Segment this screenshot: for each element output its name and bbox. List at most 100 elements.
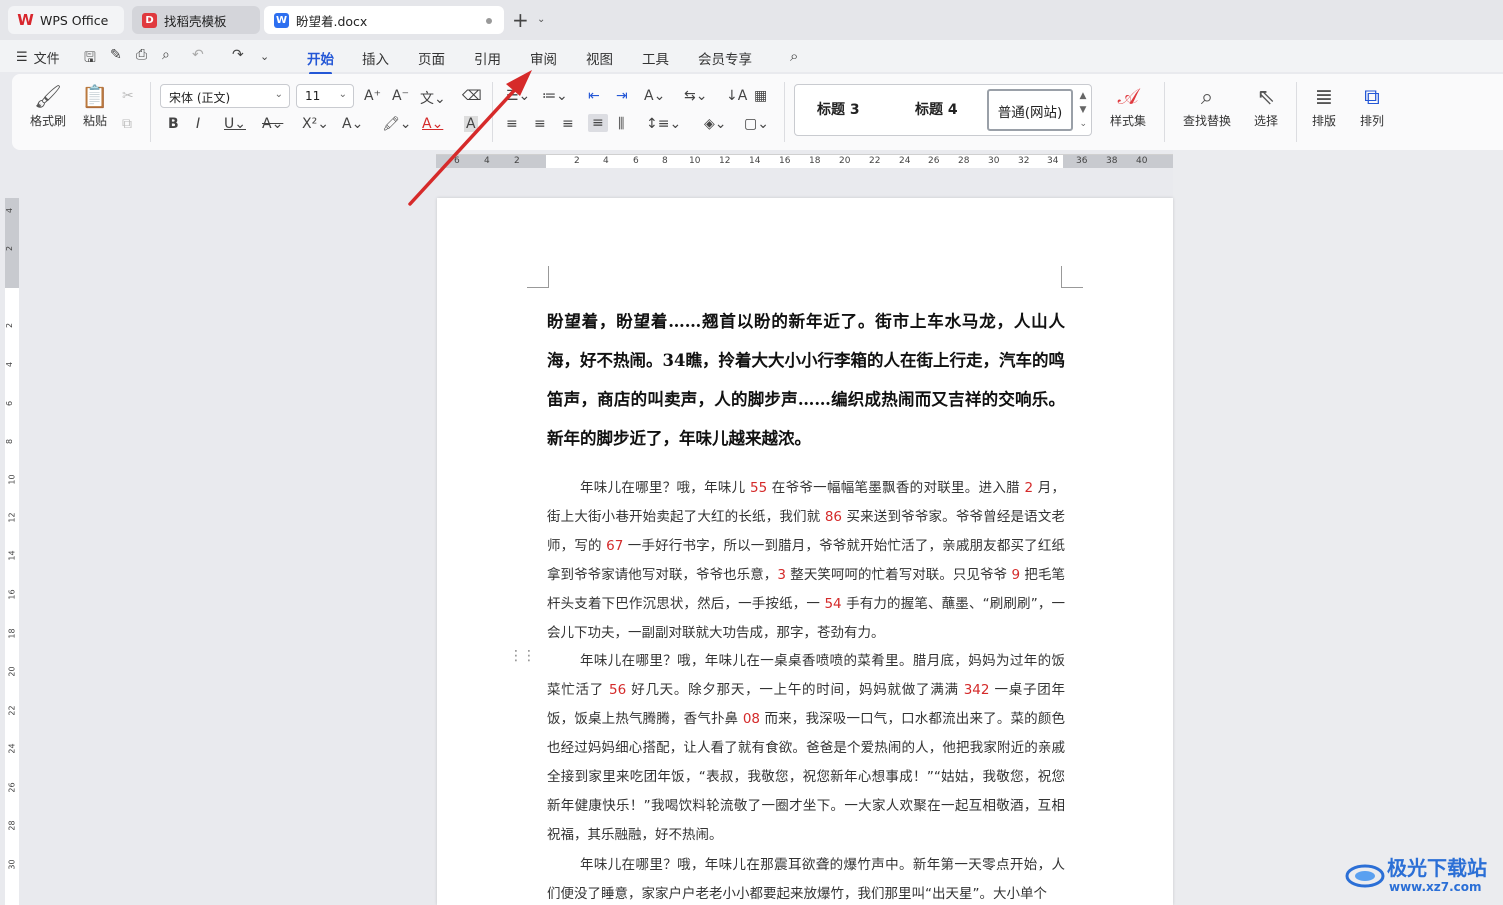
style-set-label: 样式集 (1109, 114, 1146, 128)
find-replace-button[interactable]: ⌕ 查找替换 (1176, 84, 1238, 129)
tab-view[interactable]: 视图 (586, 48, 613, 68)
tab-document[interactable]: W 盼望着.docx (264, 6, 504, 34)
body-paragraph-3[interactable]: 年味儿在哪里？哦，年味儿在那震耳欲聋的爆竹声中。新年第一天零点开始，人们便没了睡… (547, 851, 1065, 905)
styles-gallery: 标题 3 标题 4 普通(网站) ▲ ▼ ⌄ (794, 84, 1092, 136)
tab-references[interactable]: 引用 (474, 48, 501, 68)
phonetic-guide-icon[interactable]: 文⌄ (420, 88, 446, 108)
char-shading-icon[interactable]: A (464, 116, 478, 132)
align-center-icon[interactable]: ≡ (534, 116, 546, 132)
tab-home[interactable]: 开始 (307, 48, 334, 75)
line-spacing-icon[interactable]: ↕≡⌄ (646, 116, 681, 132)
clear-format-icon[interactable]: ⌫ (462, 88, 482, 104)
horizontal-ruler[interactable]: 6 4 2 2 4 6 8 10 12 14 16 18 20 22 24 26… (436, 154, 1173, 168)
copy-icon[interactable]: ⧉ (122, 116, 132, 132)
hamburger-icon: ☰ (16, 50, 28, 65)
text-run: 而来，我深吸一口气，口水都流出来了。菜的颜色也经过妈妈细心搭配，让人看了就有食欲… (547, 711, 1065, 843)
inline-number: 9 (1011, 567, 1021, 583)
style-normal-web[interactable]: 普通(网站) (987, 89, 1073, 131)
paragraph-drag-handle-icon[interactable]: ⋮⋮ (509, 649, 536, 663)
superscript-icon[interactable]: X²⌄ (302, 116, 329, 132)
font-size-select[interactable]: 11 ⌄ (296, 84, 354, 108)
search-icon[interactable]: ⌕ (790, 47, 798, 65)
increase-font-icon[interactable]: A⁺ (364, 88, 381, 104)
ruler-number: 18 (7, 628, 17, 639)
file-menu-button[interactable]: ☰ 文件 (16, 48, 60, 67)
style-set-button[interactable]: 𝒜 样式集 (1102, 84, 1154, 129)
cut-icon[interactable]: ✂ (122, 88, 134, 104)
highlight-icon[interactable]: 🖍⌄ (382, 116, 412, 132)
print-icon[interactable]: ⎙ (136, 47, 147, 63)
body-paragraph-1[interactable]: 年味儿在哪里？哦，年味儿 55 在爷爷一幅幅笔墨飘香的对联里。进入腊 2 月，街… (547, 474, 1065, 648)
undo-icon[interactable]: ↶ (192, 47, 204, 63)
ruler-number: 16 (7, 589, 17, 600)
document-heading-paragraph[interactable]: 盼望着，盼望着……翘首以盼的新年近了。街市上车水马龙，人山人海，好不热闹。34瞧… (547, 302, 1065, 458)
distributed-icon[interactable]: ⫼ (618, 116, 624, 132)
tab-member[interactable]: 会员专享 (698, 48, 752, 68)
body-paragraph-2[interactable]: 年味儿在哪里？哦，年味儿在一桌桌香喷喷的菜肴里。腊月底，妈妈为过年的饭菜忙活了 … (547, 647, 1065, 850)
tab-review[interactable]: 审阅 (530, 48, 557, 68)
bold-icon[interactable]: B (168, 116, 179, 132)
select-label: 选择 (1253, 114, 1278, 128)
ruler-number: 8 (662, 156, 668, 166)
decrease-indent-icon[interactable]: ⇤ (588, 88, 600, 104)
tab-page[interactable]: 页面 (418, 48, 445, 68)
paste-button[interactable]: 📋 粘贴 (74, 84, 116, 129)
format-painter-label: 格式刷 (29, 114, 66, 128)
format-painter-button[interactable]: 🖌 格式刷 (28, 84, 68, 129)
chevron-down-icon: ⌄ (274, 89, 283, 100)
numbered-list-icon[interactable]: ≔⌄ (542, 88, 568, 104)
decrease-font-icon[interactable]: A⁻ (392, 88, 409, 104)
layout-button[interactable]: ≣ 排版 (1306, 84, 1342, 129)
arrange-button[interactable]: ⧉ 排列 (1352, 84, 1392, 129)
tab-insert[interactable]: 插入 (362, 48, 389, 68)
save-icon[interactable]: 🖫 (84, 47, 96, 71)
font-color-icon[interactable]: A⌄ (422, 116, 443, 132)
font-name-select[interactable]: 宋体 (正文) ⌄ (160, 84, 290, 108)
redo-icon[interactable]: ↷ (232, 47, 244, 63)
format-icon[interactable]: ✎ (110, 47, 122, 63)
ruler-number: 10 (689, 156, 701, 166)
underline-icon[interactable]: U⌄ (224, 116, 246, 132)
italic-icon[interactable]: I (196, 116, 200, 132)
show-marks-icon[interactable]: ▦ (754, 88, 767, 104)
tab-wps-office[interactable]: W WPS Office (8, 6, 124, 34)
ruler-number: 20 (7, 666, 17, 677)
borders-icon[interactable]: ▢⌄ (744, 116, 769, 132)
inline-number: 55 (750, 480, 768, 496)
align-left-icon[interactable]: ≡ (506, 116, 518, 132)
text-run: 好几天。除夕那天，一上午的时间，妈妈就做了满满 (626, 682, 964, 698)
styles-scroll-icon[interactable]: ▲ ▼ ⌄ (1079, 89, 1087, 131)
workspace-background (1173, 150, 1503, 905)
justify-icon[interactable]: ≡ (588, 114, 608, 132)
chinese-layout-icon[interactable]: A⌄ (644, 88, 665, 104)
text-effect-icon[interactable]: A⌄ (342, 116, 363, 132)
chevron-down-icon[interactable]: ⌄ (537, 14, 545, 25)
arrange-label: 排列 (1359, 114, 1384, 128)
cursor-icon: ⇖ (1256, 85, 1276, 110)
vertical-ruler[interactable]: 4 2 2 4 6 8 10 12 14 16 18 20 22 24 26 2… (5, 198, 19, 905)
tab-tools[interactable]: 工具 (642, 48, 669, 68)
unsaved-dot-icon[interactable] (486, 18, 492, 24)
inline-number: 56 (608, 682, 627, 698)
strikethrough-icon[interactable]: A⌄ (262, 116, 283, 132)
document-page[interactable]: 盼望着，盼望着……翘首以盼的新年近了。街市上车水马龙，人山人海，好不热闹。34瞧… (437, 198, 1173, 905)
font-name-value: 宋体 (正文) (169, 91, 231, 105)
text-direction-icon[interactable]: ⇆⌄ (684, 88, 707, 104)
select-button[interactable]: ⇖ 选择 (1246, 84, 1286, 129)
new-tab-icon[interactable]: + (512, 8, 529, 32)
increase-indent-icon[interactable]: ⇥ (616, 88, 628, 104)
ruler-number: 2 (5, 322, 15, 329)
ruler-number: 2 (514, 156, 520, 166)
tab-docer-templates[interactable]: D 找稻壳模板 (132, 6, 260, 34)
chevron-down-icon: ⌄ (338, 89, 347, 100)
tab-label: WPS Office (40, 12, 109, 28)
style-heading-4[interactable]: 标题 4 (915, 99, 958, 119)
bullet-list-icon[interactable]: ☰⌄ (506, 88, 530, 104)
style-heading-3[interactable]: 标题 3 (817, 99, 860, 119)
shading-icon[interactable]: ◈⌄ (704, 116, 727, 132)
sort-icon[interactable]: ↓A (726, 88, 747, 104)
align-right-icon[interactable]: ≡ (562, 116, 574, 132)
more-chevron-icon[interactable]: ⌄ (260, 50, 269, 63)
print-preview-icon[interactable]: ⌕ (162, 47, 170, 63)
ruler-number: 10 (7, 474, 17, 485)
